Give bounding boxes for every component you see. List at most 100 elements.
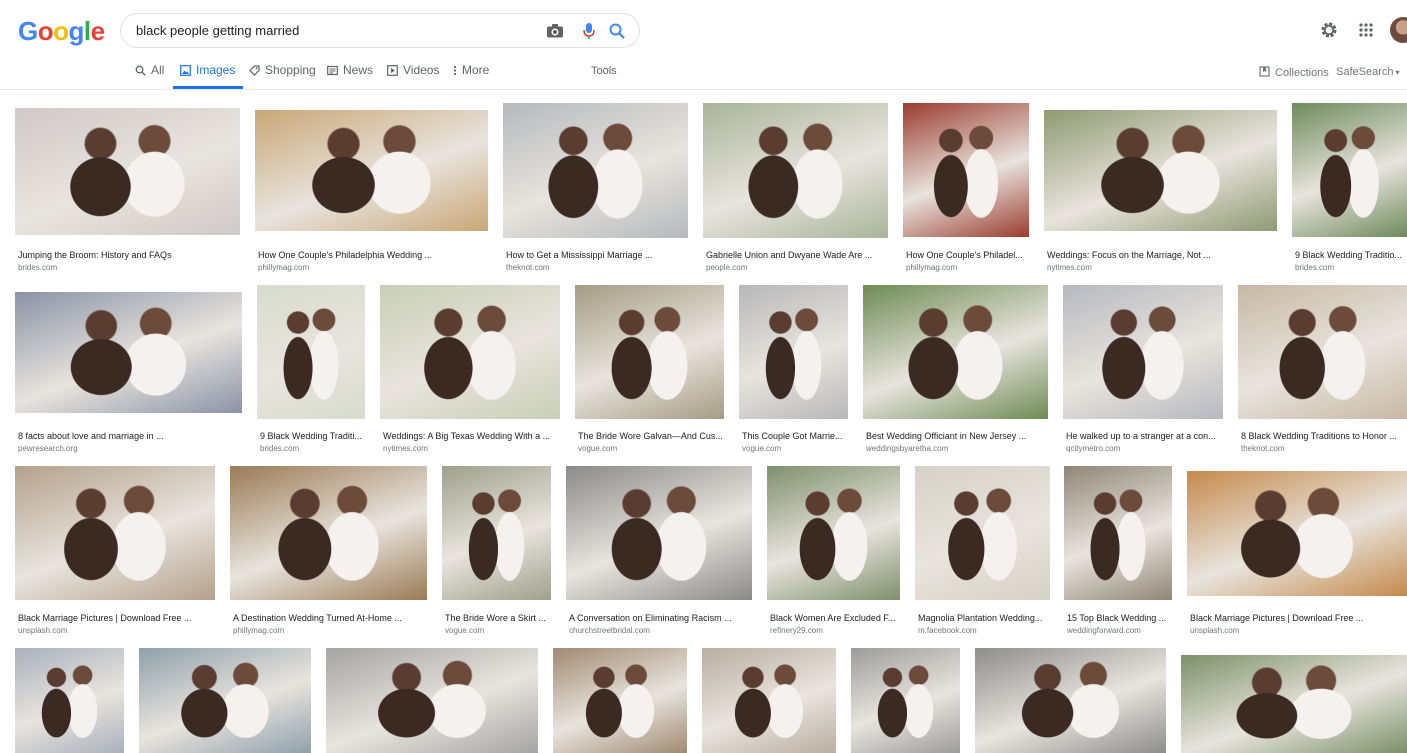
tab-label: All — [151, 63, 165, 77]
result-source: nytimes.com — [1047, 263, 1092, 272]
result-thumbnail[interactable] — [503, 103, 688, 238]
result-thumbnail[interactable] — [15, 292, 242, 413]
result-thumbnail[interactable] — [1063, 285, 1223, 419]
result-title[interactable]: The Bride Wore Galvan—And Cus... — [578, 431, 724, 441]
result-thumbnail[interactable] — [566, 466, 752, 600]
result-thumbnail[interactable] — [1064, 466, 1172, 600]
result-source: weddingsbyaretha.com — [866, 444, 949, 453]
result-title[interactable]: A Conversation on Eliminating Racism ... — [569, 613, 752, 623]
result-source: vogue.com — [578, 444, 618, 453]
result-title[interactable]: Weddings: A Big Texas Wedding With a ... — [383, 431, 560, 441]
logo-letter: e — [90, 16, 105, 46]
tab-label: Images — [196, 63, 236, 77]
result-title[interactable]: 15 Top Black Wedding ... — [1067, 613, 1172, 623]
result-thumbnail[interactable] — [767, 466, 900, 600]
result-source: unsplash.com — [18, 626, 68, 635]
safesearch-label: SafeSearch — [1336, 66, 1394, 78]
result-thumbnail[interactable] — [1181, 655, 1407, 753]
result-thumbnail[interactable] — [975, 648, 1166, 753]
gear-icon[interactable] — [1319, 20, 1339, 40]
result-thumbnail[interactable] — [575, 285, 724, 419]
result-thumbnail[interactable] — [1187, 471, 1407, 596]
google-logo[interactable]: Google — [18, 16, 105, 47]
result-thumbnail[interactable] — [915, 466, 1050, 600]
result-title[interactable]: How One Couple's Philadel... — [906, 250, 1029, 260]
result-title[interactable]: Black Marriage Pictures | Download Free … — [1190, 613, 1407, 623]
tab-images[interactable]: Images — [173, 63, 244, 89]
result-source: pewresearch.org — [18, 444, 78, 453]
tab-all[interactable]: All — [135, 63, 164, 89]
result-thumbnail[interactable] — [851, 648, 960, 753]
result-source: nytimes.com — [383, 444, 428, 453]
result-thumbnail[interactable] — [863, 285, 1048, 419]
dots-icon — [452, 65, 457, 76]
result-thumbnail[interactable] — [1238, 285, 1407, 419]
result-title[interactable]: This Couple Got Marrie... — [742, 431, 848, 441]
tab-shopping[interactable]: Shopping — [249, 63, 316, 89]
result-title[interactable]: How One Couple's Philadelphia Wedding ..… — [258, 250, 488, 260]
tab-videos[interactable]: Videos — [387, 63, 439, 89]
result-source: m.facebook.com — [918, 626, 977, 635]
camera-icon[interactable] — [545, 21, 565, 41]
result-source: theknot.com — [506, 263, 550, 272]
bookmark-icon — [1259, 66, 1270, 80]
search-input[interactable] — [136, 14, 536, 47]
collections-button[interactable]: Collections — [1259, 66, 1329, 80]
result-source: refinery29.com — [770, 626, 823, 635]
tab-label: More — [462, 63, 490, 77]
result-title[interactable]: Best Wedding Officiant in New Jersey ... — [866, 431, 1048, 441]
result-title[interactable]: Jumping the Broom: History and FAQs — [18, 250, 240, 260]
result-source: people.com — [706, 263, 748, 272]
safesearch-dropdown[interactable]: SafeSearch ▾ — [1336, 66, 1400, 78]
microphone-icon[interactable] — [579, 21, 599, 41]
chevron-down-icon: ▾ — [1395, 68, 1400, 77]
result-thumbnail[interactable] — [380, 285, 560, 419]
result-title[interactable]: 8 Black Wedding Traditions to Honor ... — [1241, 431, 1407, 441]
result-thumbnail[interactable] — [703, 103, 888, 238]
result-thumbnail[interactable] — [255, 110, 488, 231]
result-source: phillymag.com — [233, 626, 285, 635]
result-thumbnail[interactable] — [702, 648, 836, 753]
result-title[interactable]: 8 facts about love and marriage in ... — [18, 431, 242, 441]
collections-label: Collections — [1275, 67, 1329, 79]
result-title[interactable]: Magnolia Plantation Wedding... — [918, 613, 1050, 623]
result-thumbnail[interactable] — [139, 648, 311, 753]
apps-grid-icon[interactable] — [1356, 20, 1376, 40]
result-thumbnail[interactable] — [15, 466, 215, 600]
logo-letter: g — [68, 16, 85, 46]
result-title[interactable]: 9 Black Wedding Traditi... — [260, 431, 365, 441]
result-thumbnail[interactable] — [326, 648, 538, 753]
result-title[interactable]: Gabrielle Union and Dwyane Wade Are ... — [706, 250, 888, 260]
result-title[interactable]: Weddings: Focus on the Marriage, Not ... — [1047, 250, 1277, 260]
result-thumbnail[interactable] — [1044, 110, 1277, 231]
result-title[interactable]: How to Get a Mississippi Marriage ... — [506, 250, 688, 260]
result-thumbnail[interactable] — [553, 648, 687, 753]
tab-more[interactable]: More — [452, 63, 489, 89]
result-title[interactable]: 9 Black Wedding Traditio... — [1295, 250, 1407, 260]
top-bar: Google All Images Shopping — [0, 0, 1407, 90]
result-thumbnail[interactable] — [257, 285, 365, 419]
tab-news[interactable]: News — [327, 63, 373, 89]
tools-button[interactable]: Tools — [591, 65, 617, 77]
result-thumbnail[interactable] — [230, 466, 427, 600]
search-box[interactable] — [120, 13, 640, 48]
result-thumbnail[interactable] — [903, 103, 1029, 237]
result-title[interactable]: He walked up to a stranger at a con... — [1066, 431, 1223, 441]
result-title[interactable]: The Bride Wore a Skirt ... — [445, 613, 551, 623]
result-thumbnail[interactable] — [15, 108, 240, 235]
result-title[interactable]: A Destination Wedding Turned At-Home ... — [233, 613, 427, 623]
tab-label: News — [343, 63, 374, 77]
result-title[interactable]: Black Women Are Excluded F... — [770, 613, 900, 623]
result-thumbnail[interactable] — [1292, 103, 1407, 237]
result-thumbnail[interactable] — [15, 648, 124, 753]
search-icon — [135, 65, 146, 76]
result-source: brides.com — [1295, 263, 1335, 272]
avatar[interactable] — [1390, 17, 1407, 43]
news-icon — [327, 65, 338, 76]
search-icon[interactable] — [607, 21, 627, 41]
result-thumbnail[interactable] — [739, 285, 848, 419]
result-thumbnail[interactable] — [442, 466, 551, 600]
result-source: brides.com — [260, 444, 300, 453]
result-title[interactable]: Black Marriage Pictures | Download Free … — [18, 613, 215, 623]
tag-icon — [249, 65, 260, 76]
